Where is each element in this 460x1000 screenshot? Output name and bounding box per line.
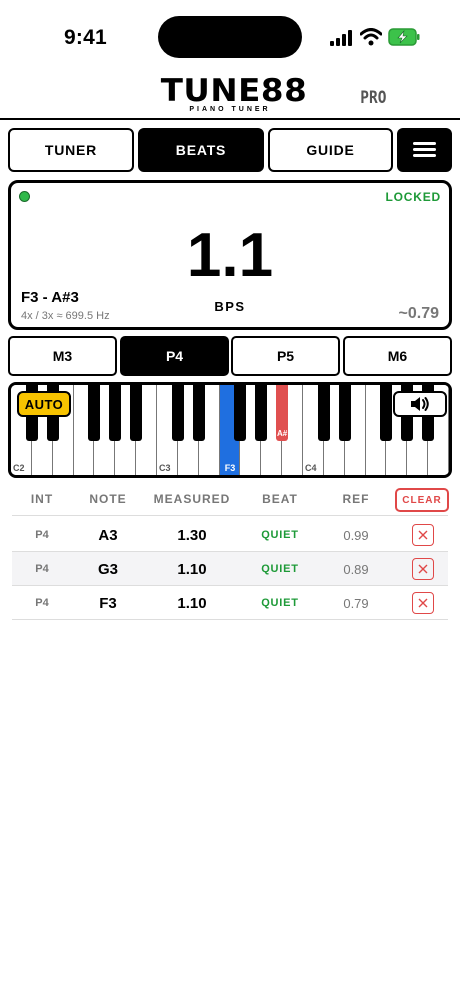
status-bar: 9:41 — [0, 0, 460, 70]
black-key[interactable] — [88, 385, 101, 441]
black-key[interactable] — [317, 385, 330, 441]
octave-label: C3 — [159, 463, 171, 473]
dynamic-island — [158, 16, 302, 58]
menu-button[interactable] — [397, 128, 452, 172]
black-key[interactable]: A# — [276, 385, 289, 441]
octave-label: C4 — [305, 463, 317, 473]
row-ref: 0.99 — [343, 528, 369, 543]
black-key[interactable] — [380, 385, 393, 441]
beat-rate-value: 1.1 — [186, 221, 274, 290]
table-row: P4 G3 1.10 QUIET 0.89 — [12, 552, 448, 586]
delete-row-button[interactable] — [412, 592, 434, 614]
logo-title: TUNE88 — [160, 73, 308, 109]
close-icon — [418, 564, 428, 574]
clear-button[interactable]: CLEAR — [395, 488, 449, 512]
interval-tabs: M3 P4 P5 M6 — [8, 336, 452, 376]
beat-table-header: INT NOTE MEASURED BEAT REF CLEAR — [12, 486, 449, 516]
wifi-icon — [360, 28, 382, 46]
row-note: G3 — [97, 561, 119, 578]
table-row: P4 A3 1.30 QUIET 0.99 — [12, 518, 448, 552]
black-key[interactable] — [130, 385, 143, 441]
interval-tab-m6[interactable]: M6 — [343, 336, 452, 376]
row-measured: 1.30 — [177, 527, 207, 544]
tab-beats[interactable]: BEATS — [138, 128, 264, 172]
delete-row-button[interactable] — [412, 524, 434, 546]
reference-offset: ~0.79 — [398, 305, 439, 322]
row-interval: P4 — [35, 529, 49, 541]
tab-tuner[interactable]: TUNER — [8, 128, 134, 172]
interval-tab-p5[interactable]: P5 — [231, 336, 340, 376]
row-beat: QUIET — [261, 597, 299, 609]
delete-row-button[interactable] — [412, 558, 434, 580]
row-ref: 0.79 — [343, 596, 369, 611]
tab-guide[interactable]: GUIDE — [268, 128, 393, 172]
selected-key-label: F3 — [224, 463, 236, 473]
column-header-ref: REF — [342, 492, 370, 506]
row-beat: QUIET — [261, 529, 299, 541]
close-icon — [418, 530, 428, 540]
speaker-icon — [411, 397, 429, 411]
interval-tab-p4[interactable]: P4 — [120, 336, 229, 376]
status-time: 9:41 — [64, 26, 107, 49]
signal-icon — [330, 30, 352, 46]
table-row: P4 F3 1.10 QUIET 0.79 — [12, 586, 448, 620]
octave-label: C2 — [13, 463, 25, 473]
row-note: F3 — [99, 595, 117, 612]
lock-status: LOCKED — [385, 190, 441, 204]
row-beat: QUIET — [261, 563, 299, 575]
close-icon — [418, 598, 428, 608]
black-key[interactable] — [338, 385, 351, 441]
column-header-beat: BEAT — [262, 492, 298, 506]
signal-indicator — [19, 191, 30, 202]
black-key[interactable] — [109, 385, 122, 441]
piano-keyboard[interactable]: A# C2 C3 C4 F3 AUTO — [8, 382, 452, 478]
sound-button[interactable] — [393, 391, 447, 417]
black-key[interactable] — [234, 385, 247, 441]
black-key[interactable] — [192, 385, 205, 441]
column-header-measured: MEASURED — [153, 492, 231, 506]
pro-badge: PRO — [360, 88, 387, 108]
app-header: TUNE88 PIANO TUNER PRO — [0, 70, 460, 120]
app-logo: TUNE88 PIANO TUNER — [161, 76, 307, 114]
black-key-label: A# — [277, 429, 288, 438]
auto-button[interactable]: AUTO — [17, 391, 71, 417]
row-measured: 1.10 — [177, 561, 207, 578]
column-header-int: INT — [30, 492, 54, 506]
row-ref: 0.89 — [343, 562, 369, 577]
row-note: A3 — [98, 527, 118, 544]
row-measured: 1.10 — [177, 595, 207, 612]
black-key[interactable] — [171, 385, 184, 441]
beat-readout-panel: LOCKED 1.1 BPS F3 - A#3 4x / 3x ≈ 699.5 … — [8, 180, 452, 330]
mode-tabs: TUNER BEATS GUIDE — [8, 128, 452, 172]
interval-tab-m3[interactable]: M3 — [8, 336, 117, 376]
note-pair: F3 - A#3 — [21, 289, 79, 306]
battery-icon — [388, 28, 420, 46]
row-interval: P4 — [35, 563, 49, 575]
row-interval: P4 — [35, 597, 49, 609]
partial-ratio: 4x / 3x ≈ 699.5 Hz — [21, 310, 110, 322]
column-header-note: NOTE — [89, 492, 127, 506]
black-key[interactable] — [255, 385, 268, 441]
